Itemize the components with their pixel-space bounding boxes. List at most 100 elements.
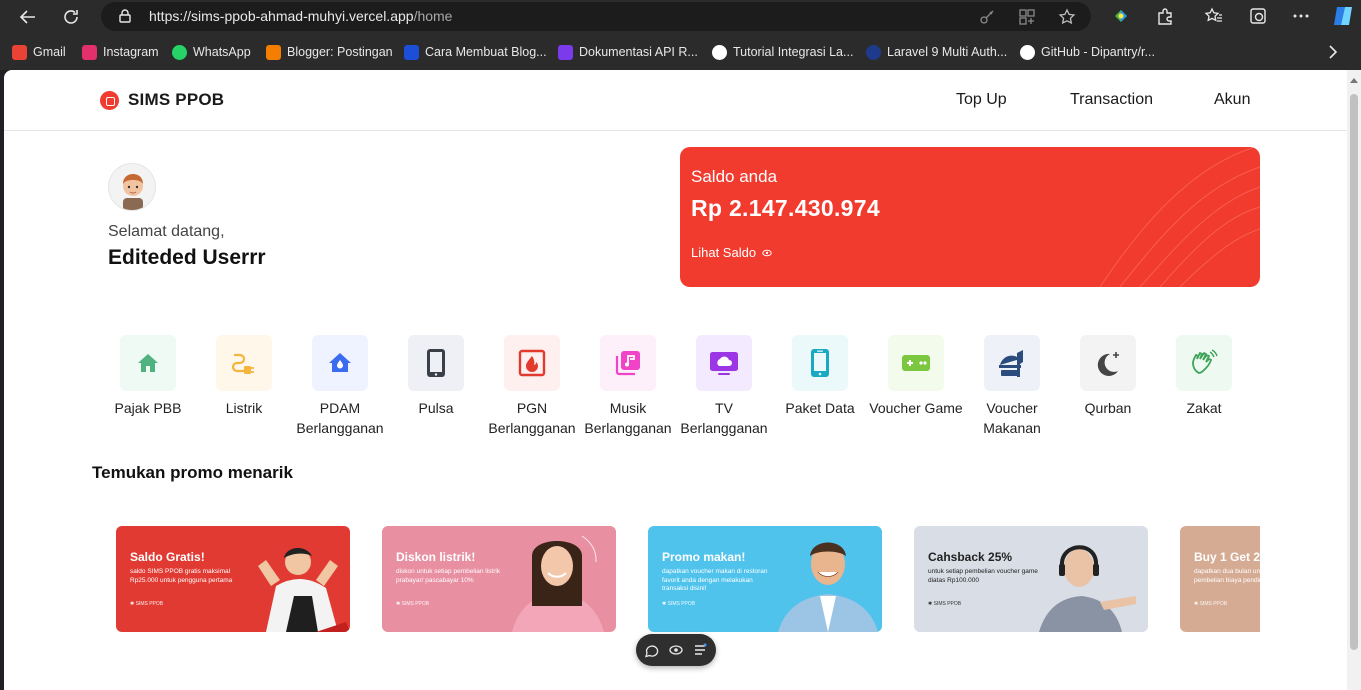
food-icon xyxy=(984,335,1040,391)
bookmark-label: Blogger: Postingan xyxy=(287,45,393,59)
service-label: Qurban xyxy=(1084,400,1132,416)
gmail-icon xyxy=(12,44,27,60)
promo-brand-text: SIMS PPOB xyxy=(933,601,962,607)
chevron-right-icon[interactable] xyxy=(1323,43,1341,61)
service-label: Pajak PBB xyxy=(114,400,182,416)
bookmark-label: GitHub - Dipantry/r... xyxy=(1041,45,1155,59)
phone-icon xyxy=(408,335,464,391)
promo-brand-text: SIMS PPOB xyxy=(135,601,164,607)
service-label: Musik Berlangganan xyxy=(584,400,672,436)
back-arrow-icon xyxy=(19,10,35,24)
bookmark-laravel[interactable]: Laravel 9 Multi Auth... xyxy=(866,43,1007,61)
bookmark-whatsapp[interactable]: WhatsApp xyxy=(172,43,251,61)
url-text: https://sims-ppob-ahmad-muhyi.vercel.app… xyxy=(149,8,452,24)
blogger-icon xyxy=(266,44,281,60)
promo-title: Saldo Gratis! xyxy=(130,550,205,564)
scrollbar[interactable] xyxy=(1347,70,1361,690)
bookmarks-bar: Gmail Instagram WhatsApp Blogger: Postin… xyxy=(0,34,1361,70)
more-options-icon[interactable] xyxy=(1291,6,1311,26)
rc-icon xyxy=(558,44,573,60)
copilot-icon[interactable] xyxy=(1331,4,1357,28)
promo-brand: ✱ SIMS PPOB xyxy=(1194,601,1228,607)
collections-icon[interactable] xyxy=(1248,6,1268,26)
service-listrik[interactable]: Listrik xyxy=(194,335,294,418)
promo-brand: ✱ SIMS PPOB xyxy=(130,601,164,607)
balance-amount: Rp 2.147.430.974 xyxy=(691,195,880,221)
favorite-star-icon[interactable] xyxy=(1058,8,1076,26)
service-musik[interactable]: Musik Berlangganan xyxy=(578,335,678,438)
site-icon xyxy=(712,44,727,60)
bookmark-instagram[interactable]: Instagram xyxy=(82,43,159,61)
promo-desc: dapatkan voucher makan di restoran favor… xyxy=(662,568,768,592)
service-pulsa[interactable]: Pulsa xyxy=(386,335,486,418)
bookmark-github[interactable]: GitHub - Dipantry/r... xyxy=(1020,43,1155,61)
extensions-puzzle-icon[interactable] xyxy=(1155,6,1175,26)
list-menu-icon[interactable] xyxy=(692,642,708,658)
service-pajak-pbb[interactable]: Pajak PBB xyxy=(98,335,198,418)
brand-logo[interactable]: SIMS PPOB xyxy=(100,90,224,110)
bookmark-tutorial-integrasi[interactable]: Tutorial Integrasi La... xyxy=(712,43,853,61)
promo-card-buy-1-get-2[interactable]: Buy 1 Get 2 dapatkan dua bulan untuk set… xyxy=(1180,526,1260,632)
scroll-up-arrow-icon[interactable] xyxy=(1350,78,1358,83)
service-pgn[interactable]: PGN Berlangganan xyxy=(482,335,582,438)
url-host: https://sims-ppob-ahmad-muhyi.vercel.app xyxy=(149,8,414,24)
address-bar[interactable]: https://sims-ppob-ahmad-muhyi.vercel.app… xyxy=(101,2,1091,31)
favorites-icon[interactable] xyxy=(1204,6,1224,26)
bookmark-label: Dokumentasi API R... xyxy=(579,45,698,59)
service-voucher-makanan[interactable]: Voucher Makanan xyxy=(962,335,1062,438)
bookmark-gmail[interactable]: Gmail xyxy=(12,43,66,61)
instagram-icon xyxy=(82,44,97,60)
app-header: SIMS PPOB Top Up Transaction Akun xyxy=(4,70,1347,131)
nav-top-up[interactable]: Top Up xyxy=(956,91,1007,109)
service-zakat[interactable]: Zakat xyxy=(1154,335,1254,418)
view-icon[interactable] xyxy=(668,642,684,658)
service-label: Pulsa xyxy=(418,400,454,416)
moon-star-icon xyxy=(1080,335,1136,391)
bookmark-cara-membuat-blog[interactable]: Cara Membuat Blog... xyxy=(404,43,547,61)
github-icon xyxy=(1020,44,1035,60)
comment-icon[interactable] xyxy=(644,642,660,658)
plug-icon xyxy=(216,335,272,391)
service-tv[interactable]: TV Berlangganan xyxy=(674,335,774,438)
bookmark-label: Instagram xyxy=(103,45,159,59)
promo-section-title: Temukan promo menarik xyxy=(92,463,293,482)
show-balance-label: Lihat Saldo xyxy=(691,245,757,260)
extension-colorful-icon[interactable] xyxy=(1111,6,1131,26)
bookmark-blogger[interactable]: Blogger: Postingan xyxy=(266,43,393,61)
promo-brand: ✱ SIMS PPOB xyxy=(396,601,430,607)
brand-name: SIMS PPOB xyxy=(128,90,225,109)
service-pdam[interactable]: PDAM Berlangganan xyxy=(290,335,390,438)
promo-card-saldo-gratis[interactable]: Saldo Gratis! saldo SIMS PPOB gratis mak… xyxy=(116,526,350,632)
promo-brand: ✱ SIMS PPOB xyxy=(662,601,696,607)
promo-desc: dapatkan dua bulan untuk setiap pembelia… xyxy=(1194,568,1260,584)
promo-brand-text: SIMS PPOB xyxy=(401,601,430,607)
page-content: SIMS PPOB Top Up Transaction Akun Selama… xyxy=(4,70,1347,690)
key-icon[interactable] xyxy=(978,8,996,26)
promo-title: Diskon listrik! xyxy=(396,550,476,564)
scrollbar-thumb[interactable] xyxy=(1350,94,1358,650)
promo-card-cashback[interactable]: Cahsback 25% untuk setiap pembelian vouc… xyxy=(914,526,1148,632)
gas-flame-icon xyxy=(504,335,560,391)
tv-icon xyxy=(696,335,752,391)
service-qurban[interactable]: Qurban xyxy=(1058,335,1158,418)
service-label: Voucher Makanan xyxy=(983,400,1041,436)
reload-button[interactable] xyxy=(58,4,84,30)
laravel-icon xyxy=(866,44,881,60)
bookmark-dokumentasi-api[interactable]: Dokumentasi API R... xyxy=(558,43,698,61)
promo-title: Promo makan! xyxy=(662,550,746,564)
promo-card-diskon-listrik[interactable]: Diskon listrik! diskon untuk setiap pemb… xyxy=(382,526,616,632)
promo-desc: saldo SIMS PPOB gratis maksimal Rp25.000… xyxy=(130,568,233,584)
service-voucher-game[interactable]: Voucher Game xyxy=(866,335,966,418)
balance-card: Saldo anda Rp 2.147.430.974 Lihat Saldo xyxy=(680,147,1260,287)
service-label: Zakat xyxy=(1186,400,1222,416)
promo-card-promo-makan[interactable]: Promo makan! dapatkan voucher makan di r… xyxy=(648,526,882,632)
back-button[interactable] xyxy=(15,4,41,30)
nav-transaction[interactable]: Transaction xyxy=(1070,91,1153,109)
promo-carousel[interactable]: Saldo Gratis! saldo SIMS PPOB gratis mak… xyxy=(116,526,1260,634)
service-paket-data[interactable]: Paket Data xyxy=(770,335,870,418)
promo-desc: diskon untuk setiap pembelian listrik pr… xyxy=(396,568,501,584)
nav-akun[interactable]: Akun xyxy=(1214,91,1250,109)
apps-icon[interactable] xyxy=(1018,8,1036,26)
user-name: Editeded Userrr xyxy=(108,246,266,269)
show-balance-toggle[interactable]: Lihat Saldo xyxy=(691,245,772,260)
